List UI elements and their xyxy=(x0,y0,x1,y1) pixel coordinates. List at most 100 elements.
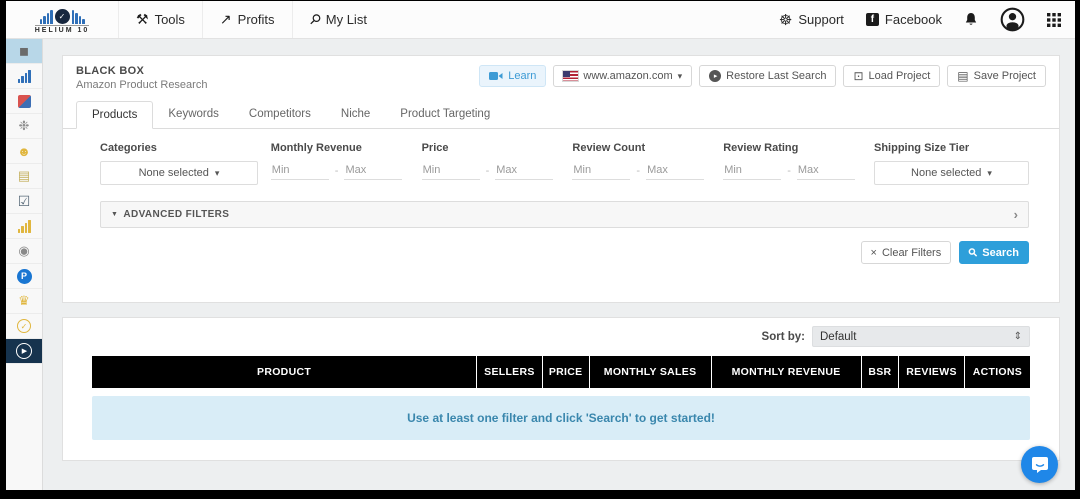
apps-grid-icon[interactable] xyxy=(1047,13,1061,27)
checkbox-icon: ☑ xyxy=(18,193,31,210)
review-count-min-input[interactable] xyxy=(572,161,630,180)
topnav-right-group: ☸ Support f Facebook xyxy=(779,1,1075,38)
sidebar-item-hijacker-alert[interactable]: ◉ xyxy=(6,239,42,264)
tab-keywords[interactable]: Keywords xyxy=(153,101,234,129)
helium10-check-icon: ✓ xyxy=(55,9,70,24)
chat-widget-button[interactable] xyxy=(1021,446,1058,483)
results-header-row: PRODUCT SELLERS PRICE MONTHLY SALES MONT… xyxy=(92,356,1030,388)
categories-select-value: None selected xyxy=(139,167,209,179)
sidebar-item-black-box[interactable]: ◼ xyxy=(6,39,42,64)
col-sellers: SELLERS xyxy=(477,356,543,388)
helium10-logo[interactable]: ✓ HELIUM 10 xyxy=(6,1,118,38)
black-box-header: BLACK BOX Amazon Product Research Learn … xyxy=(63,56,1059,97)
load-icon: ⊡ xyxy=(853,70,863,82)
sidebar-item-keyword-tracker[interactable] xyxy=(6,214,42,239)
sort-by-value: Default xyxy=(820,331,856,343)
tool-sidebar: ◼ ❉ ☻ ▤ ☑ xyxy=(6,39,43,490)
monthly-revenue-max-input[interactable] xyxy=(344,161,402,180)
sidebar-item-scribbles[interactable]: ▤ xyxy=(6,164,42,189)
spy-scope-icon: ◉ xyxy=(18,243,29,259)
save-label: Save Project xyxy=(974,70,1036,82)
funnel-icon: ▼ xyxy=(111,211,118,218)
range-separator: - xyxy=(486,165,490,177)
monthly-revenue-min-input[interactable] xyxy=(271,161,329,180)
shipping-size-tier-select[interactable]: None selected ▾ xyxy=(874,161,1029,185)
advanced-filters-toggle[interactable]: ▼ ADVANCED FILTERS › xyxy=(100,201,1029,228)
price-max-input[interactable] xyxy=(495,161,553,180)
search-type-tabs: Products Keywords Competitors Niche Prod… xyxy=(63,101,1059,129)
review-rating-min-input[interactable] xyxy=(723,161,781,180)
profits-p-icon: P xyxy=(17,269,32,284)
tab-competitors[interactable]: Competitors xyxy=(234,101,326,129)
price-range: - xyxy=(422,161,560,180)
review-rating-label: Review Rating xyxy=(723,142,861,154)
price-min-input[interactable] xyxy=(422,161,480,180)
magnet-icon xyxy=(18,95,31,108)
account-avatar-icon[interactable] xyxy=(1000,7,1025,32)
select-arrows-icon: ⇕ xyxy=(1014,331,1022,342)
nav-my-list[interactable]: ⚲ My List xyxy=(292,1,384,38)
facebook-icon: f xyxy=(866,13,879,26)
restore-last-search-button[interactable]: ▸ Restore Last Search xyxy=(699,65,836,87)
sidebar-item-refund-genie[interactable]: ♛ xyxy=(6,289,42,314)
us-flag-icon xyxy=(563,71,578,81)
review-count-max-input[interactable] xyxy=(646,161,704,180)
marketplace-dropdown[interactable]: www.amazon.com ▾ xyxy=(553,65,692,87)
chat-bubble-icon xyxy=(1031,456,1049,474)
sort-row: Sort by: Default ⇕ xyxy=(92,326,1030,347)
black-box-titles: BLACK BOX Amazon Product Research xyxy=(76,65,207,91)
trend-chart-icon: ↗ xyxy=(220,11,232,28)
sort-by-select[interactable]: Default ⇕ xyxy=(812,326,1030,347)
save-icon: ▤ xyxy=(957,70,968,82)
load-project-button[interactable]: ⊡ Load Project xyxy=(843,65,940,87)
facebook-label: Facebook xyxy=(885,12,942,27)
notifications-bell-icon[interactable] xyxy=(964,12,978,27)
nav-profits-label: Profits xyxy=(238,12,275,27)
nav-profits[interactable]: ↗ Profits xyxy=(202,1,292,38)
clear-filters-button[interactable]: × Clear Filters xyxy=(861,241,952,264)
tab-product-targeting[interactable]: Product Targeting xyxy=(385,101,505,129)
check-circle-icon: ✓ xyxy=(17,319,31,333)
save-project-button[interactable]: ▤ Save Project xyxy=(947,65,1046,87)
results-table: PRODUCT SELLERS PRICE MONTHLY SALES MONT… xyxy=(92,356,1030,388)
sidebar-item-frankenstein[interactable]: ☻ xyxy=(6,139,42,164)
screenshot-frame: ✓ HELIUM 10 ⚒ Tools ↗ Profits ⚲ My List … xyxy=(0,0,1080,499)
nav-tools[interactable]: ⚒ Tools xyxy=(118,1,202,38)
shipping-size-tier-value: None selected xyxy=(911,167,981,179)
tab-products[interactable]: Products xyxy=(76,101,153,129)
learn-button[interactable]: Learn xyxy=(479,65,546,87)
search-button[interactable]: ⚲ Search xyxy=(959,241,1029,264)
nav-tools-label: Tools xyxy=(155,12,185,27)
sidebar-item-magnet[interactable] xyxy=(6,89,42,114)
sidebar-item-cerebro[interactable]: ❉ xyxy=(6,114,42,139)
genie-icon: ♛ xyxy=(18,293,30,309)
support-link[interactable]: ☸ Support xyxy=(779,11,844,29)
document-icon: ▤ xyxy=(18,168,30,184)
col-monthly-sales: MONTHLY SALES xyxy=(589,356,711,388)
advanced-filters-label: ADVANCED FILTERS xyxy=(123,209,229,220)
sidebar-item-refund-checker[interactable]: ✓ xyxy=(6,314,42,339)
black-box-card: BLACK BOX Amazon Product Research Learn … xyxy=(62,55,1060,303)
price-label: Price xyxy=(422,142,560,154)
sidebar-item-trendster[interactable] xyxy=(6,64,42,89)
sidebar-item-profits[interactable]: P xyxy=(6,264,42,289)
sidebar-item-index-checker[interactable]: ☑ xyxy=(6,189,42,214)
col-price: PRICE xyxy=(542,356,589,388)
learn-label: Learn xyxy=(508,70,536,82)
sidebar-item-academy[interactable]: ▶ xyxy=(6,339,42,364)
range-separator: - xyxy=(787,165,791,177)
search-icon: ⚲ xyxy=(966,245,981,260)
page-subtitle: Amazon Product Research xyxy=(76,79,207,91)
app-window: ✓ HELIUM 10 ⚒ Tools ↗ Profits ⚲ My List … xyxy=(6,1,1075,490)
tab-niche[interactable]: Niche xyxy=(326,101,385,129)
review-rating-max-input[interactable] xyxy=(797,161,855,180)
categories-select[interactable]: None selected ▾ xyxy=(100,161,258,185)
results-card: Sort by: Default ⇕ PRODUCT SELLERS PRICE… xyxy=(62,317,1060,461)
facebook-link[interactable]: f Facebook xyxy=(866,12,942,27)
caret-down-icon: ▾ xyxy=(987,168,992,179)
video-camera-icon xyxy=(489,71,503,81)
pushpin-icon: ⚲ xyxy=(305,10,324,29)
play-circle-icon: ▶ xyxy=(16,343,32,359)
filter-actions: × Clear Filters ⚲ Search xyxy=(63,228,1059,302)
filter-monthly-revenue: Monthly Revenue - xyxy=(271,142,409,185)
